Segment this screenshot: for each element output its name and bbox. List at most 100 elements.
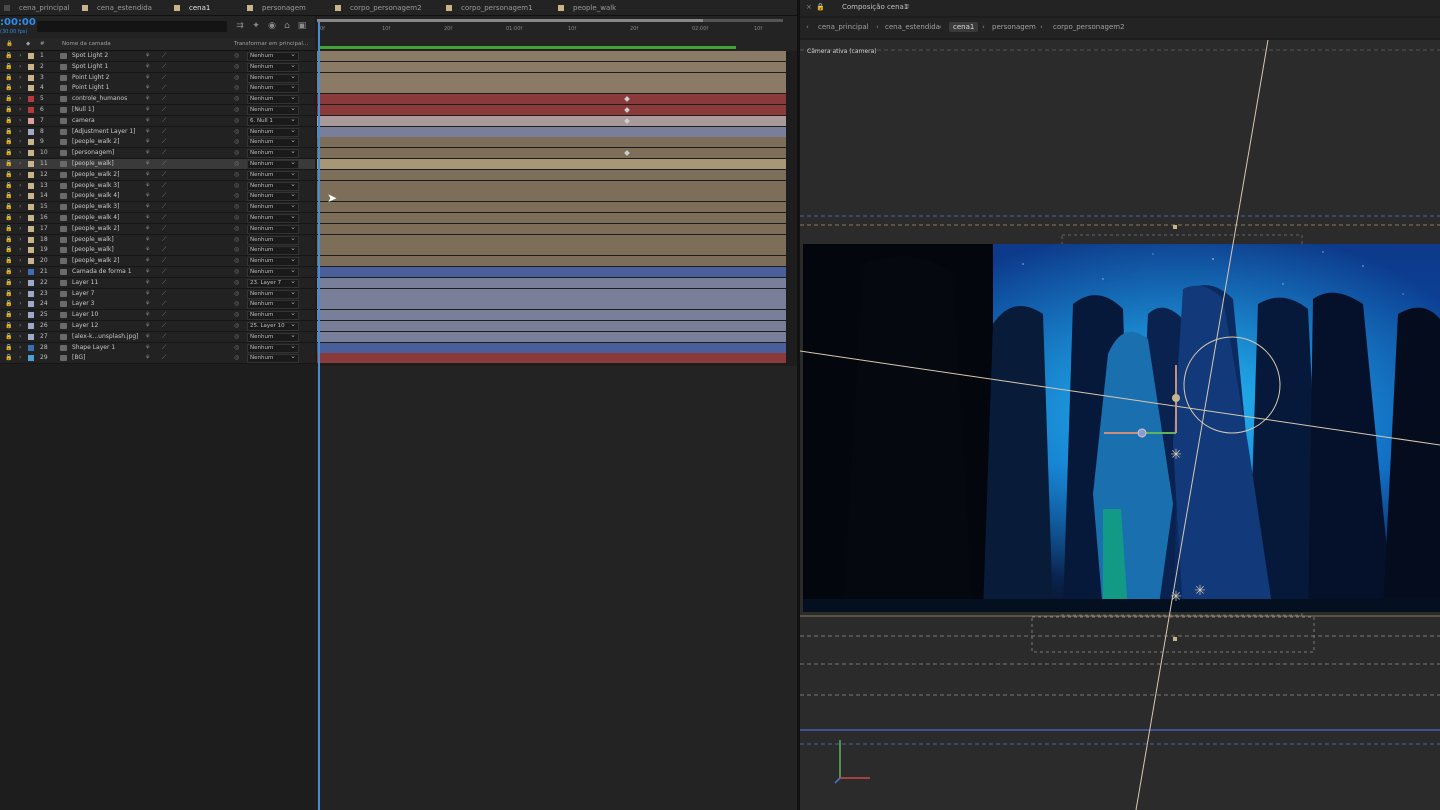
- lock-icon[interactable]: 🔒: [5, 213, 12, 223]
- quality-switch-icon[interactable]: ⟋: [162, 105, 166, 115]
- layer-duration-bar[interactable]: [317, 321, 786, 331]
- shy-switch-icon[interactable]: ⚘: [145, 278, 150, 288]
- quality-switch-icon[interactable]: ⟋: [162, 321, 166, 331]
- label-color-swatch[interactable]: [28, 215, 34, 221]
- lock-icon[interactable]: 🔒: [5, 116, 12, 126]
- label-color-swatch[interactable]: [28, 85, 34, 92]
- layer-duration-bar[interactable]: [317, 256, 786, 267]
- shy-switch-icon[interactable]: ⚘: [145, 310, 150, 320]
- layer-name[interactable]: camera: [72, 116, 144, 126]
- layer-duration-bar[interactable]: [317, 288, 786, 299]
- expand-twirl-icon[interactable]: ›: [19, 202, 21, 212]
- pick-whip-icon[interactable]: ◎: [234, 191, 239, 201]
- layer-row[interactable]: 🔒 › 1 Spot Light 2 ⚘ ⟋ ◎ Nenhum: [0, 51, 315, 62]
- quality-switch-icon[interactable]: ⟋: [162, 127, 166, 137]
- lock-icon[interactable]: 🔒: [5, 159, 12, 169]
- layer-name[interactable]: Layer 3: [72, 299, 144, 309]
- quality-switch-icon[interactable]: ⟋: [162, 299, 166, 309]
- parent-dropdown[interactable]: Nenhum: [247, 245, 299, 256]
- parent-dropdown[interactable]: Nenhum: [247, 289, 299, 299]
- quality-switch-icon[interactable]: ⟋: [162, 310, 166, 320]
- layer-row[interactable]: 🔒 › 23 Layer 7 ⚘ ⟋ ◎ Nenhum: [0, 288, 315, 300]
- expand-twirl-icon[interactable]: ›: [19, 83, 21, 93]
- pick-whip-icon[interactable]: ◎: [234, 332, 239, 342]
- layer-duration-bar[interactable]: [317, 331, 786, 342]
- expand-twirl-icon[interactable]: ›: [19, 245, 21, 255]
- label-color-swatch[interactable]: [28, 269, 34, 275]
- label-color-swatch[interactable]: [28, 96, 34, 103]
- layer-row[interactable]: 🔒 › 19 [people_walk] ⚘ ⟋ ◎ Nenhum: [0, 245, 315, 257]
- layer-name[interactable]: [people_walk 2]: [72, 137, 144, 147]
- layer-row[interactable]: 🔒 › 6 [Null 1] ⚘ ⟋ ◎ Nenhum: [0, 105, 315, 116]
- breadcrumb-cena-principal[interactable]: cena_principal: [818, 23, 869, 31]
- lock-icon[interactable]: 🔒: [5, 299, 12, 309]
- quality-switch-icon[interactable]: ⟋: [162, 289, 166, 299]
- label-color-swatch[interactable]: [28, 182, 34, 189]
- layer-name[interactable]: Point Light 2: [72, 73, 144, 83]
- lock-icon[interactable]: 🔒: [5, 321, 12, 331]
- expand-twirl-icon[interactable]: ›: [19, 137, 21, 147]
- label-color-swatch[interactable]: [28, 355, 34, 362]
- shy-switch-icon[interactable]: ⚘: [145, 73, 150, 83]
- layer-duration-bar[interactable]: [317, 126, 786, 137]
- label-color-swatch[interactable]: [28, 225, 34, 232]
- layer-duration-bar[interactable]: [317, 51, 786, 61]
- pick-whip-icon[interactable]: ◎: [234, 353, 239, 363]
- quality-switch-icon[interactable]: ⟋: [162, 83, 166, 93]
- breadcrumb-corpo-personagem2[interactable]: corpo_personagem2: [1053, 23, 1125, 31]
- pick-whip-icon[interactable]: ◎: [234, 73, 239, 83]
- quality-switch-icon[interactable]: ⟋: [162, 224, 166, 234]
- layer-name-column-header[interactable]: Nome da camada: [62, 41, 111, 47]
- layer-name[interactable]: Camada de forma 1: [72, 267, 144, 277]
- tab-people-walk[interactable]: people_walk: [558, 0, 616, 16]
- quality-switch-icon[interactable]: ⟋: [162, 343, 166, 353]
- label-color-swatch[interactable]: [28, 139, 34, 146]
- lock-icon[interactable]: 🔒: [5, 51, 12, 61]
- layer-name[interactable]: Layer 10: [72, 310, 144, 320]
- shy-switch-icon[interactable]: ⚘: [145, 245, 150, 255]
- keyframe-icon[interactable]: [623, 107, 630, 113]
- parent-dropdown[interactable]: Nenhum: [247, 224, 299, 234]
- layer-duration-bar[interactable]: [317, 72, 786, 83]
- label-color-swatch[interactable]: [28, 171, 34, 178]
- layer-duration-bar[interactable]: [317, 234, 786, 245]
- layer-name[interactable]: [people_walk]: [72, 159, 144, 169]
- lock-icon[interactable]: 🔒: [5, 105, 12, 115]
- pick-whip-icon[interactable]: ◎: [234, 83, 239, 93]
- layer-duration-bar[interactable]: [317, 353, 786, 364]
- label-color-swatch[interactable]: [28, 128, 34, 135]
- layer-name[interactable]: Layer 12: [72, 321, 144, 331]
- pick-whip-icon[interactable]: ◎: [234, 116, 239, 126]
- layer-duration-bar[interactable]: [317, 61, 786, 72]
- lock-icon[interactable]: 🔒: [5, 127, 12, 137]
- pick-whip-icon[interactable]: ◎: [234, 137, 239, 147]
- layer-row[interactable]: 🔒 › 5 controle_humanos ⚘ ⟋ ◎ Nenhum: [0, 94, 315, 106]
- parent-dropdown[interactable]: Nenhum: [247, 267, 299, 277]
- lock-icon[interactable]: 🔒: [5, 256, 12, 266]
- label-color-swatch[interactable]: [28, 204, 34, 211]
- parent-dropdown[interactable]: Nenhum: [247, 73, 299, 83]
- label-color-swatch[interactable]: [28, 258, 34, 265]
- layer-row[interactable]: 🔒 › 4 Point Light 1 ⚘ ⟋ ◎ Nenhum: [0, 83, 315, 95]
- expand-twirl-icon[interactable]: ›: [19, 299, 21, 309]
- pick-whip-icon[interactable]: ◎: [234, 148, 239, 158]
- parent-dropdown[interactable]: Nenhum: [247, 159, 299, 169]
- expand-twirl-icon[interactable]: ›: [19, 332, 21, 342]
- pick-whip-icon[interactable]: ◎: [234, 245, 239, 255]
- keyframe-icon[interactable]: [623, 150, 630, 157]
- expand-twirl-icon[interactable]: ›: [19, 321, 21, 331]
- layer-duration-bar[interactable]: [317, 223, 786, 234]
- layer-duration-bar[interactable]: [317, 267, 786, 277]
- layer-name[interactable]: [people_walk 3]: [72, 202, 144, 212]
- lock-icon[interactable]: 🔒: [5, 245, 12, 255]
- lock-icon[interactable]: 🔒: [5, 83, 12, 93]
- quality-switch-icon[interactable]: ⟋: [162, 202, 166, 212]
- current-timecode[interactable]: :00:00: [0, 17, 36, 28]
- lock-icon[interactable]: 🔒: [5, 332, 12, 342]
- label-color-swatch[interactable]: [28, 290, 34, 297]
- quality-switch-icon[interactable]: ⟋: [162, 332, 166, 342]
- keyframe-icon[interactable]: [623, 117, 630, 124]
- expand-twirl-icon[interactable]: ›: [19, 170, 21, 180]
- lock-icon[interactable]: 🔒: [5, 235, 12, 245]
- layer-duration-bar[interactable]: [317, 115, 786, 126]
